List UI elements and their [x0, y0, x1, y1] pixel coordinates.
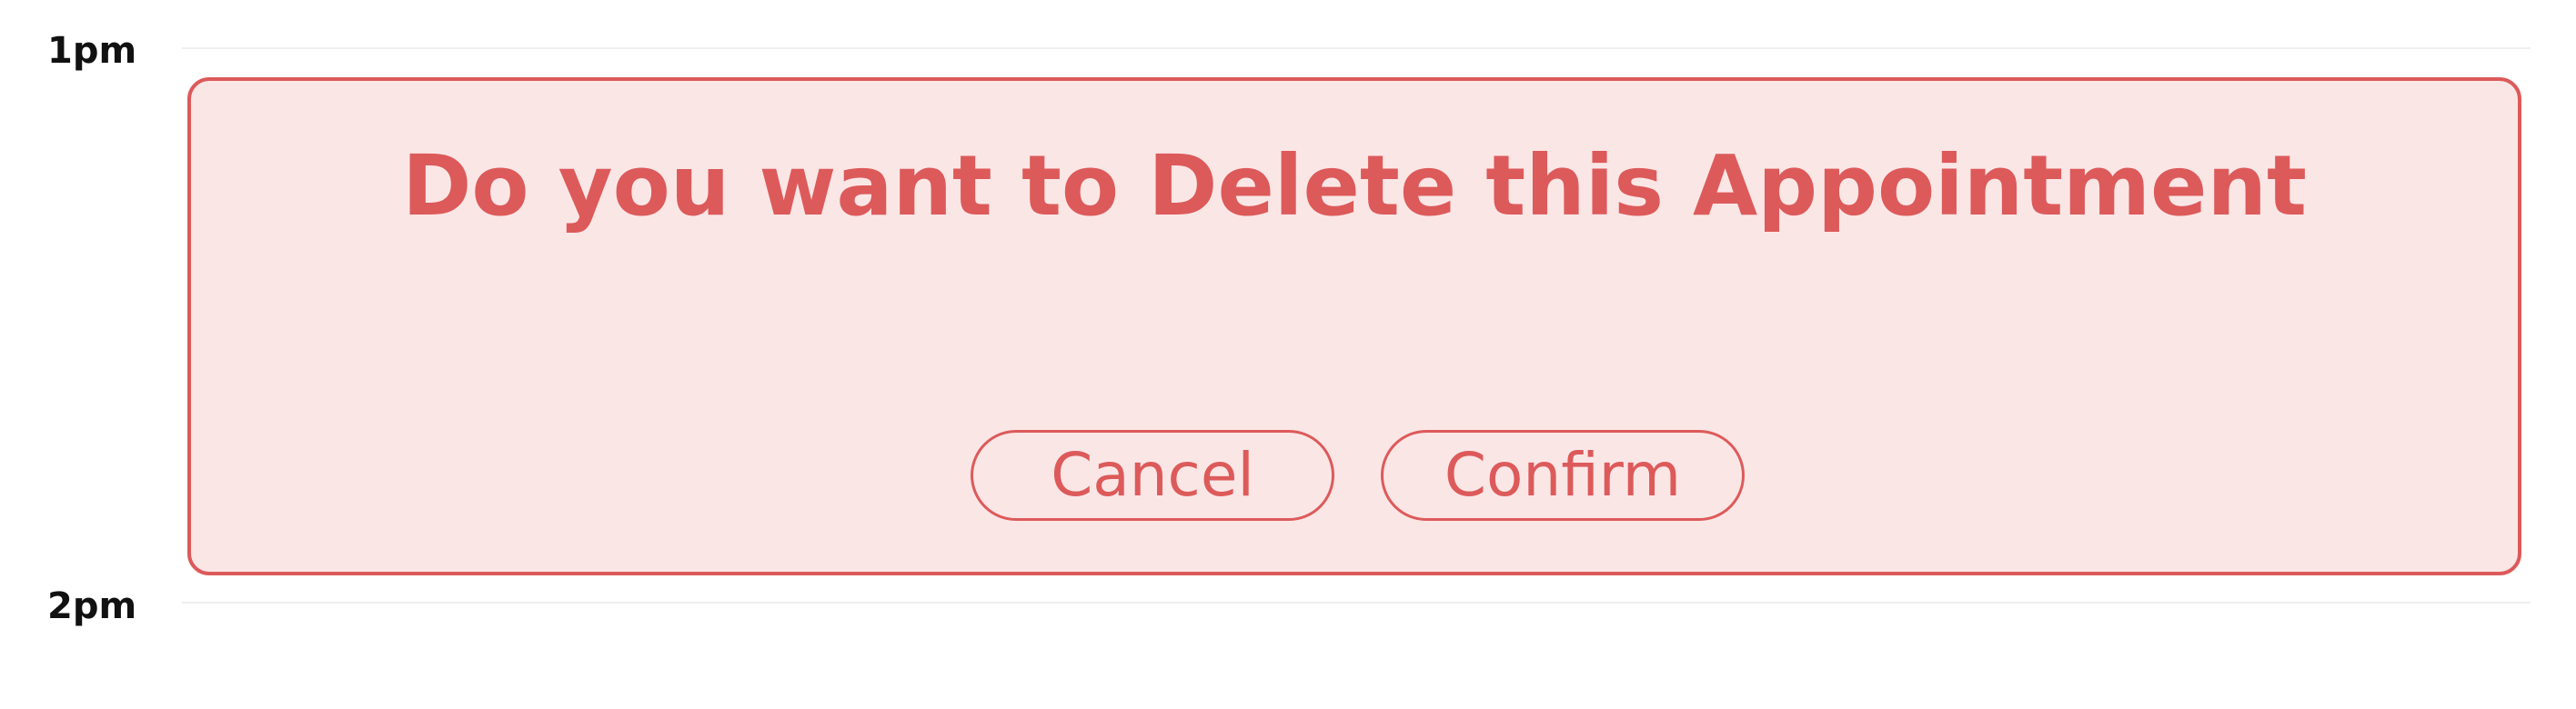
dialog-title: Do you want to Delete this Appointment: [402, 137, 2307, 235]
hour-gridline-2pm: [182, 602, 2531, 604]
cancel-button[interactable]: Cancel: [971, 430, 1334, 521]
delete-appointment-dialog: Do you want to Delete this Appointment C…: [187, 77, 2521, 575]
hour-label-2pm: 2pm: [47, 585, 137, 627]
confirm-button[interactable]: Confirm: [1381, 430, 1745, 521]
hour-gridline-1pm: [182, 47, 2531, 49]
hour-label-1pm: 1pm: [47, 30, 137, 72]
